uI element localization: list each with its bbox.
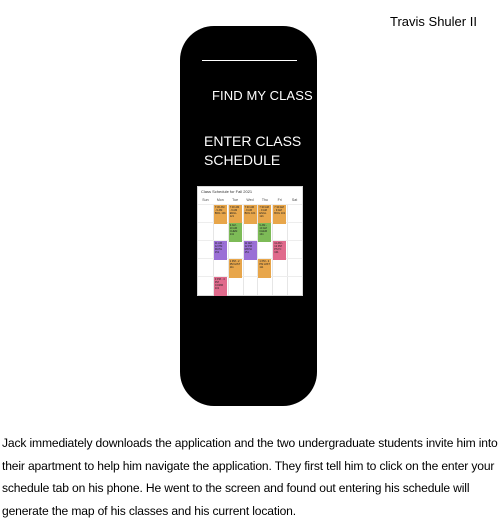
schedule-column-line (287, 204, 289, 295)
class-block: 7:30 AM - 9 AM ENGL 121 (258, 205, 272, 224)
class-block: 7:30 AM - 9 AM BIOL 101 (213, 205, 227, 224)
class-block: 7:30 AM - 9 AM BIOL 101 (243, 205, 257, 224)
class-block: 11 AM - 12 PM PSYC 101 (273, 241, 287, 260)
class-schedule-image: Class Schedule for Fall 2021 Sun Mon Tue We… (197, 186, 303, 296)
enter-class-schedule-button[interactable]: ENTER CLASS SCHEDULE (204, 132, 309, 170)
class-block: 7:30 AM - 9 AM BIOL 101 (273, 205, 287, 224)
schedule-day-mon: Mon (216, 198, 224, 202)
find-my-class-button[interactable]: FIND MY CLASS (212, 88, 313, 103)
story-caption: Jack immediately downloads the applicati… (2, 436, 498, 518)
schedule-day-fri: Fri (277, 198, 282, 202)
author-name: Travis Shuler II (390, 14, 477, 29)
schedule-day-wed: Wed (246, 198, 254, 202)
schedule-day-tue: Tue (232, 198, 239, 202)
class-block: 7:30 AM - 9 AM ENGL 121 (228, 205, 242, 224)
class-block: 1 PM - 2 PM HIST 111 (228, 259, 242, 278)
schedule-title: Class Schedule for Fall 2021 (201, 189, 253, 194)
phone-mockup: FIND MY CLASS ENTER CLASS SCHEDULE Class… (180, 26, 317, 406)
schedule-grid: Sun Mon Tue Wed Thu Fri Sat 7:30 AM - 9 AM BIOL… (198, 198, 302, 296)
schedule-day-thu: Thu (261, 198, 268, 202)
class-block: 3 PM - 4 PM COMM 101 (213, 277, 227, 296)
class-block: 11 AM - 12 PM MATH 151 (243, 241, 257, 260)
class-block: 9 AM - 10 AM CHEM 141 (258, 223, 272, 242)
class-block: 11 AM - 12 PM MATH 151 (213, 241, 227, 260)
phone-divider-line (202, 60, 297, 61)
class-block: 9 AM - 10 AM CHEM 141 (228, 223, 242, 242)
schedule-day-sat: Sat (291, 198, 298, 202)
class-block: 1 PM - 2 PM HIST 111 (258, 259, 272, 278)
schedule-day-sun: Sun (202, 198, 209, 202)
